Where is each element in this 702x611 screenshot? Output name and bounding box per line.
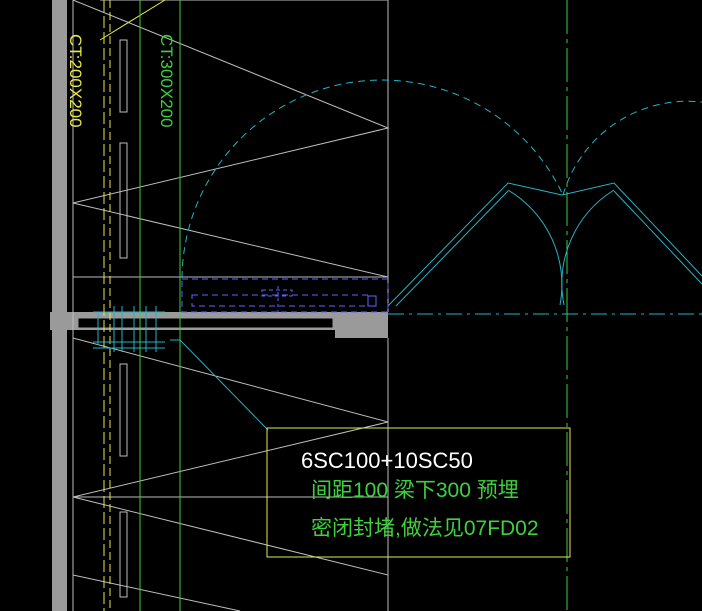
slab-hole <box>77 317 334 329</box>
left-wall <box>52 0 67 611</box>
door-arc-inner-left <box>507 189 563 306</box>
note-line-1: 6SC100+10SC50 <box>301 448 473 473</box>
note-leader <box>170 339 269 431</box>
door-swing-arc-left <box>181 79 564 279</box>
ct-label-left-group: CT:200X200 <box>66 34 85 128</box>
ct-label-right-group: CT:300X200 <box>157 34 176 128</box>
ct-label-right: CT:300X200 <box>157 34 176 128</box>
annotation-note[interactable]: 6SC100+10SC50 间距100 梁下300 预埋 密闭封堵,做法见07F… <box>266 427 571 558</box>
door-arc-inner-right <box>561 189 615 306</box>
door-leaf-right-inner <box>613 190 702 285</box>
note-line-2: 间距100 梁下300 预埋 <box>311 479 519 502</box>
yellow-axis <box>99 0 166 611</box>
note-line-3: 密闭封堵,做法见07FD02 <box>311 517 539 540</box>
cyan-elements <box>93 79 702 431</box>
ct-label-left: CT:200X200 <box>66 34 85 128</box>
door-swing-arc-right <box>562 100 702 196</box>
door-leaf-left-inner <box>395 190 509 307</box>
cable-tray <box>181 278 389 313</box>
cad-drawing-canvas[interactable]: CT:200X200 CT:300X200 6SC100+10SC50 间距10… <box>0 0 702 611</box>
